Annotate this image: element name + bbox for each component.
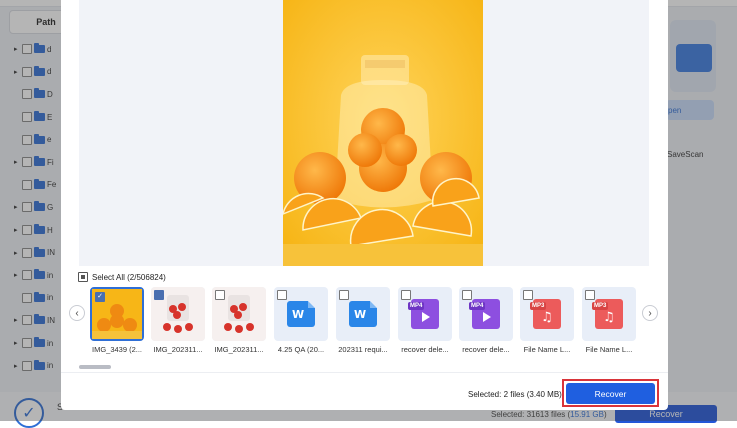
- thumbnail-checkbox[interactable]: [339, 290, 349, 300]
- thumbnail-item[interactable]: W 4.25 QA (20...: [274, 287, 328, 354]
- thumbnail-item[interactable]: MP3 ♫ File Name L...: [520, 287, 574, 354]
- prev-arrow-icon[interactable]: ‹: [69, 305, 85, 321]
- preview-area: [79, 0, 649, 266]
- word-document-icon: W: [349, 301, 377, 327]
- thumbnail-label: 4.25 QA (20...: [277, 345, 325, 354]
- mp3-audio-icon: MP3 ♫: [530, 299, 561, 329]
- thumbnail-item[interactable]: MP3 ♫ File Name L...: [582, 287, 636, 354]
- mp4-video-icon: MP4: [469, 299, 500, 329]
- preview-image: [283, 0, 483, 266]
- thumbnail-checkbox[interactable]: [215, 290, 225, 300]
- thumbnail-label: IMG_3439 (2...: [91, 345, 143, 354]
- thumbnail-preview[interactable]: ✓: [90, 287, 144, 341]
- thumbnail-strip: ✓ IMG_3439 (2... IMG_202311... IMG_202311..…: [90, 287, 636, 357]
- thumbnail-item[interactable]: MP4 recover dele...: [459, 287, 513, 354]
- thumbnail-label: recover dele...: [462, 345, 510, 354]
- thumbnail-label: IMG_202311...: [153, 345, 203, 354]
- thumbnail-label: recover dele...: [401, 345, 449, 354]
- word-document-icon: W: [287, 301, 315, 327]
- thumbnail-checkbox[interactable]: [277, 290, 287, 300]
- mp4-video-icon: MP4: [408, 299, 439, 329]
- thumbnail-item[interactable]: W 202311 requi...: [336, 287, 390, 354]
- thumbnail-checkbox[interactable]: [523, 290, 533, 300]
- thumbnail-checkbox[interactable]: [585, 290, 595, 300]
- thumbnail-checkbox[interactable]: [154, 290, 164, 300]
- thumbnail-preview[interactable]: [212, 287, 266, 341]
- select-all-toggle[interactable]: Select All (2/506824): [78, 272, 166, 282]
- thumbnail-item[interactable]: ✓ IMG_3439 (2...: [90, 287, 144, 354]
- next-arrow-icon[interactable]: ›: [642, 305, 658, 321]
- select-all-label: Select All (2/506824): [92, 272, 166, 282]
- thumbnail-label: File Name L...: [523, 345, 571, 354]
- thumbnail-checkbox[interactable]: [462, 290, 472, 300]
- thumbnail-preview[interactable]: W: [274, 287, 328, 341]
- thumbnail-preview[interactable]: W: [336, 287, 390, 341]
- thumbnail-label: 202311 requi...: [338, 345, 388, 354]
- thumbnail-label: IMG_202311...: [214, 345, 264, 354]
- thumbnail-preview[interactable]: MP3 ♫: [520, 287, 574, 341]
- thumbnail-item[interactable]: IMG_202311...: [151, 287, 205, 354]
- thumbnail-item[interactable]: MP4 recover dele...: [398, 287, 452, 354]
- thumbnail-label: File Name L...: [585, 345, 633, 354]
- selected-summary: Selected: 2 files (3.40 MB): [468, 390, 562, 399]
- thumbnail-preview[interactable]: [151, 287, 205, 341]
- thumbnail-preview[interactable]: MP4: [398, 287, 452, 341]
- preview-dialog: Select All (2/506824) ‹ › ✓ IMG_3439 (2..…: [61, 0, 668, 410]
- thumbnail-checkbox[interactable]: ✓: [95, 292, 105, 302]
- thumbnail-scrollbar[interactable]: [79, 365, 111, 369]
- thumbnail-preview[interactable]: MP3 ♫: [582, 287, 636, 341]
- mp3-audio-icon: MP3 ♫: [592, 299, 623, 329]
- recover-button[interactable]: Recover: [566, 383, 655, 404]
- thumbnail-preview[interactable]: MP4: [459, 287, 513, 341]
- select-all-checkbox[interactable]: [78, 272, 88, 282]
- footer-divider: [61, 372, 668, 373]
- thumbnail-item[interactable]: IMG_202311...: [212, 287, 266, 354]
- thumbnail-checkbox[interactable]: [401, 290, 411, 300]
